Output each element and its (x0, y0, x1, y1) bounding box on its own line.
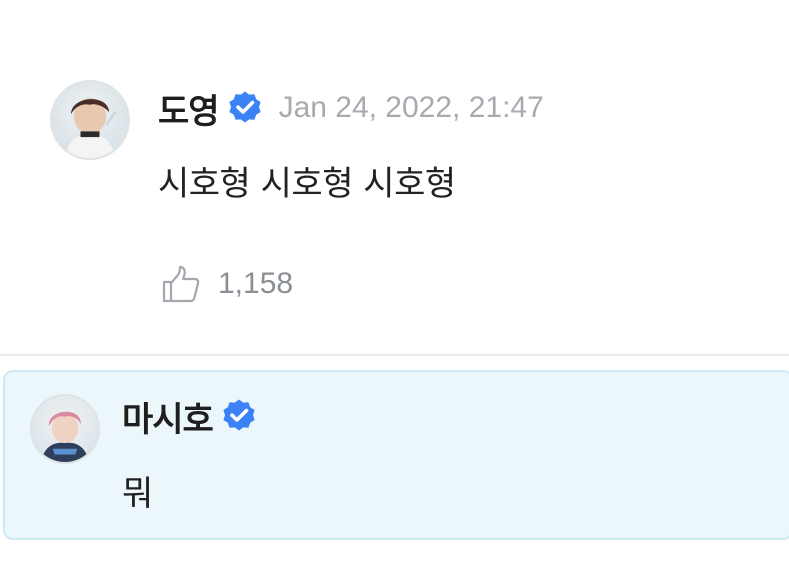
comment-thread: 도영 Jan 24, 2022, 21:47 시호형 시호형 시호형 1,158 (0, 0, 789, 564)
like-button[interactable]: 1,158 (160, 262, 293, 306)
timestamp: Jan 24, 2022, 21:47 (278, 91, 544, 124)
thumbs-up-icon[interactable] (160, 263, 202, 305)
avatar-image (65, 98, 117, 158)
divider (0, 354, 789, 356)
avatar[interactable] (30, 394, 100, 464)
comment-header: 도영 Jan 24, 2022, 21:47 (158, 84, 544, 133)
comment-text: 시호형 시호형 시호형 (158, 164, 456, 204)
author-name[interactable]: 마시호 (122, 392, 214, 441)
reply-text: 뭐 (122, 474, 153, 514)
comment: 도영 Jan 24, 2022, 21:47 시호형 시호형 시호형 1,158 (0, 0, 789, 354)
reply-header: 마시호 (122, 392, 257, 441)
avatar-image (41, 411, 89, 462)
verified-badge-icon (227, 90, 263, 126)
verified-badge-icon (221, 398, 257, 434)
avatar[interactable] (50, 80, 130, 160)
author-name[interactable]: 도영 (158, 84, 220, 133)
like-count: 1,158 (218, 267, 294, 300)
reply-comment (3, 370, 789, 540)
